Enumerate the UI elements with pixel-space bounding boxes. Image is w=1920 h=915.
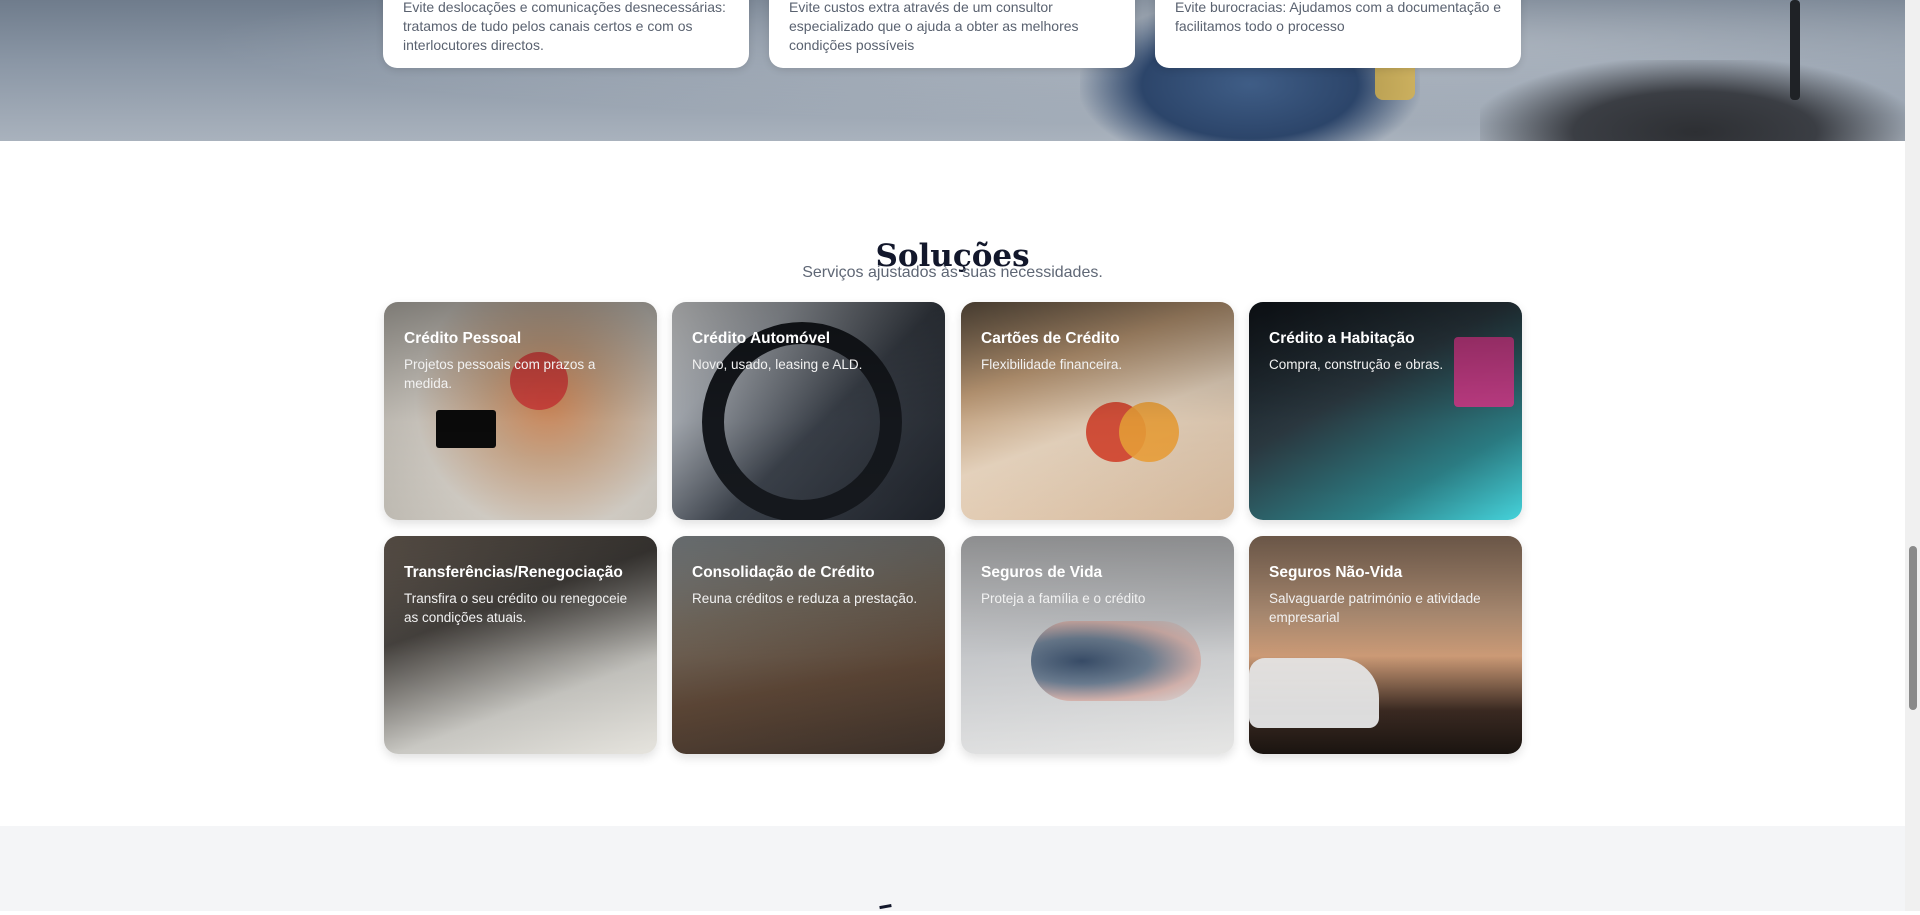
tile-title: Seguros de Vida <box>981 564 1103 581</box>
tile-description: Flexibilidade financeira. <box>981 357 1123 372</box>
tile-description: Proteja a família e o crédito <box>981 591 1146 606</box>
tile-title: Crédito a Habitação <box>1269 330 1415 347</box>
next-section <box>0 826 1905 911</box>
tile-title: Seguros Não-Vida <box>1269 564 1403 581</box>
benefit-card-communication: Evite deslocações e comunicações desnece… <box>383 0 749 68</box>
tile-description: Projetos pessoais com prazos a medida. <box>404 357 596 391</box>
hero-car-image <box>1480 60 1905 141</box>
solution-tile-credito-pessoal[interactable]: Crédito Pessoal Projetos pessoais com pr… <box>384 302 657 520</box>
tile-title: Crédito Pessoal <box>404 330 522 347</box>
solution-tile-transferencias[interactable]: Transferências/Renegociação Transfira o … <box>384 536 657 754</box>
tile-description: Transfira o seu crédito ou renegoceie as… <box>404 591 628 625</box>
benefit-card-costs: Evite custos extra através de um consult… <box>769 0 1135 68</box>
solutions-subtitle: Serviços ajustados às suas necessidades. <box>802 264 1103 281</box>
hero-banner: Evite deslocações e comunicações desnece… <box>0 0 1905 141</box>
tile-title: Consolidação de Crédito <box>692 564 875 581</box>
solution-tile-cartoes-de-credito[interactable]: Cartões de Crédito Flexibilidade finance… <box>961 302 1234 520</box>
page-scrollbar[interactable] <box>1905 0 1920 911</box>
hero-pole-image <box>1790 0 1800 100</box>
solution-tile-seguros-vida[interactable]: Seguros de Vida Proteja a família e o cr… <box>961 536 1234 754</box>
solution-tile-credito-habitacao[interactable]: Crédito a Habitação Compra, construção e… <box>1249 302 1522 520</box>
tile-description: Reuna créditos e reduza a prestação. <box>692 591 918 606</box>
tile-description: Compra, construção e obras. <box>1269 357 1444 372</box>
benefit-card-text: Evite deslocações e comunicações desnece… <box>403 0 726 53</box>
benefit-card-text: Evite burocracias: Ajudamos com a docume… <box>1175 0 1502 34</box>
next-section-heading-fragment <box>879 904 893 915</box>
solution-tile-credito-automovel[interactable]: Crédito Automóvel Novo, usado, leasing e… <box>672 302 945 520</box>
solution-tile-seguros-nao-vida[interactable]: Seguros Não-Vida Salvaguarde património … <box>1249 536 1522 754</box>
tile-description: Novo, usado, leasing e ALD. <box>692 357 863 372</box>
tile-title: Transferências/Renegociação <box>404 564 623 581</box>
solution-tile-consolidacao[interactable]: Consolidação de Crédito Reuna créditos e… <box>672 536 945 754</box>
benefit-card-bureaucracy: Evite burocracias: Ajudamos com a docume… <box>1155 0 1521 68</box>
tile-title: Cartões de Crédito <box>981 330 1120 347</box>
tile-title: Crédito Automóvel <box>692 330 831 347</box>
scrollbar-thumb[interactable] <box>1909 546 1917 710</box>
tile-description: Salvaguarde património e atividade empre… <box>1269 591 1481 625</box>
benefit-card-text: Evite custos extra através de um consult… <box>789 0 1079 53</box>
